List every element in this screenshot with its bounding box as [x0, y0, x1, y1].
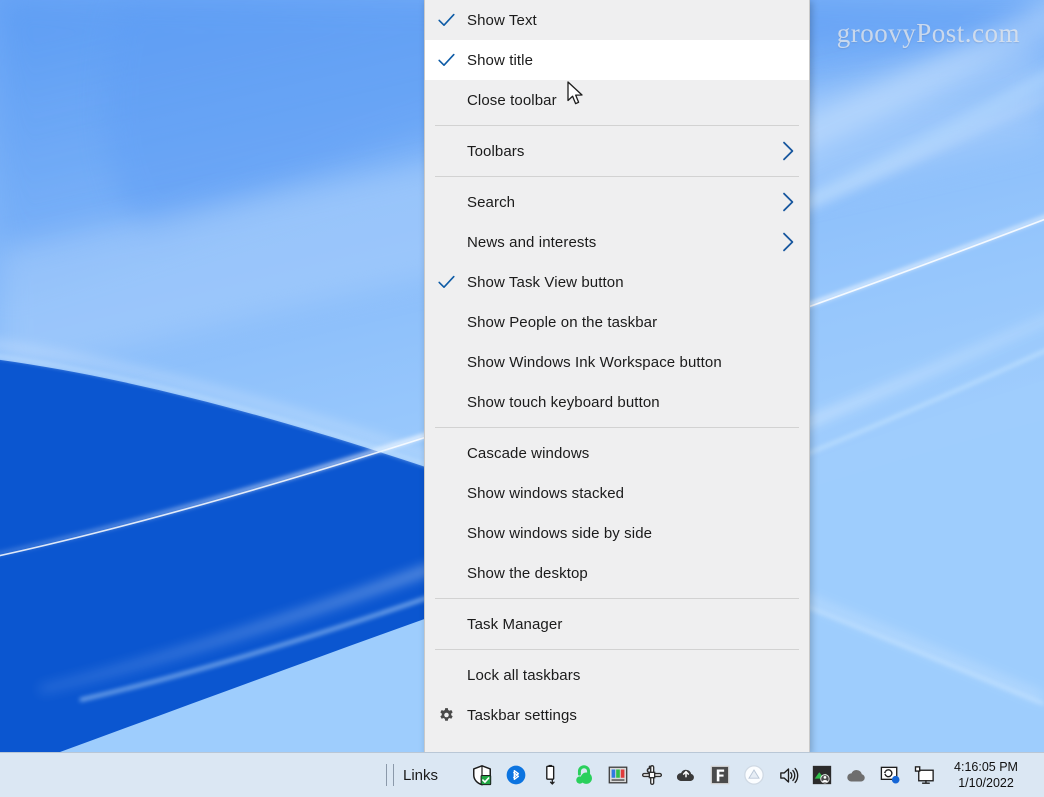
links-toolbar-title: Links [403, 767, 438, 784]
menu-item-show-text[interactable]: Show Text [425, 0, 809, 40]
menu-item-show-windows-ink-workspace-button[interactable]: Show Windows Ink Workspace button [425, 342, 809, 382]
menu-separator [435, 649, 799, 650]
menu-separator [435, 176, 799, 177]
circle-mountain-icon[interactable] [742, 763, 766, 787]
clock-time: 4:16:05 PM [954, 759, 1018, 775]
menu-separator [435, 427, 799, 428]
display-color-icon[interactable] [606, 763, 630, 787]
check-icon [438, 275, 455, 289]
menu-item-label: Search [467, 194, 515, 211]
menu-item-news-and-interests[interactable]: News and interests [425, 222, 809, 262]
menu-item-show-people-on-the-taskbar[interactable]: Show People on the taskbar [425, 302, 809, 342]
fences-f-icon[interactable] [708, 763, 732, 787]
check-icon [438, 13, 455, 27]
screen-sync-icon[interactable] [878, 763, 902, 787]
menu-separator [435, 598, 799, 599]
menu-item-label: Toolbars [467, 143, 525, 160]
menu-item-search[interactable]: Search [425, 182, 809, 222]
menu-item-show-title[interactable]: Show title [425, 40, 809, 80]
taskbar[interactable]: Links [0, 752, 1044, 797]
menu-item-check [425, 13, 467, 27]
menu-item-close-toolbar[interactable]: Close toolbar [425, 80, 809, 120]
menu-item-show-the-desktop[interactable]: Show the desktop [425, 553, 809, 593]
usb-eject-icon[interactable] [538, 763, 562, 787]
menu-item-label: Show windows stacked [467, 485, 624, 502]
toolbar-grip-handle[interactable] [386, 764, 394, 786]
menu-item-toolbars[interactable]: Toolbars [425, 131, 809, 171]
watermark-groovypost: groovyPost.com [837, 18, 1020, 49]
menu-item-label: Cascade windows [467, 445, 589, 462]
submenu-arrow [782, 192, 795, 212]
system-tray[interactable] [470, 763, 936, 787]
chevron-right-icon [782, 232, 795, 252]
monitor-icon[interactable] [912, 763, 936, 787]
menu-item-label: Show Text [467, 12, 537, 29]
volume-speaker-icon[interactable] [776, 763, 800, 787]
green-lock-icon[interactable] [572, 763, 596, 787]
menu-item-label: Lock all taskbars [467, 667, 580, 684]
shield-security-icon[interactable] [470, 763, 494, 787]
chevron-right-icon [782, 192, 795, 212]
menu-item-label: Close toolbar [467, 92, 557, 109]
check-icon [438, 53, 455, 67]
menu-item-lock-all-taskbars[interactable]: Lock all taskbars [425, 655, 809, 695]
menu-item-label: Taskbar settings [467, 707, 577, 724]
slack-icon[interactable] [640, 763, 664, 787]
menu-item-show-task-view-button[interactable]: Show Task View button [425, 262, 809, 302]
menu-item-label: Show the desktop [467, 565, 588, 582]
taskbar-clock[interactable]: 4:16:05 PM 1/10/2022 [954, 759, 1018, 791]
menu-item-task-manager[interactable]: Task Manager [425, 604, 809, 644]
taskbar-context-menu[interactable]: Show Text Show title Close toolbar Toolbars… [424, 0, 810, 753]
menu-separator [435, 125, 799, 126]
menu-item-label: Task Manager [467, 616, 562, 633]
clock-date: 1/10/2022 [954, 775, 1018, 791]
bluetooth-icon[interactable] [504, 763, 528, 787]
menu-item-taskbar-settings[interactable]: Taskbar settings [425, 695, 809, 735]
menu-item-check [425, 53, 467, 67]
menu-item-label: Show windows side by side [467, 525, 652, 542]
menu-item-label: Show People on the taskbar [467, 314, 657, 331]
onedrive-cloud-icon[interactable] [674, 763, 698, 787]
submenu-arrow [782, 232, 795, 252]
menu-item-label: Show touch keyboard button [467, 394, 660, 411]
nvidia-green-icon[interactable] [810, 763, 834, 787]
menu-item-label: Show Windows Ink Workspace button [467, 354, 722, 371]
taskbar-links-toolbar[interactable]: Links [0, 753, 936, 797]
menu-item-show-touch-keyboard-button[interactable]: Show touch keyboard button [425, 382, 809, 422]
menu-item-label: Show Task View button [467, 274, 624, 291]
menu-item-show-windows-side-by-side[interactable]: Show windows side by side [425, 513, 809, 553]
menu-item-label: Show title [467, 52, 533, 69]
cloud-grey-icon[interactable] [844, 763, 868, 787]
menu-item-icon [425, 707, 467, 724]
gear-icon [438, 707, 455, 724]
menu-item-check [425, 275, 467, 289]
screen: groovyPost.com Show Text Show title Close … [0, 0, 1044, 797]
chevron-right-icon [782, 141, 795, 161]
menu-item-label: News and interests [467, 234, 596, 251]
menu-item-show-windows-stacked[interactable]: Show windows stacked [425, 473, 809, 513]
menu-item-cascade-windows[interactable]: Cascade windows [425, 433, 809, 473]
submenu-arrow [782, 141, 795, 161]
